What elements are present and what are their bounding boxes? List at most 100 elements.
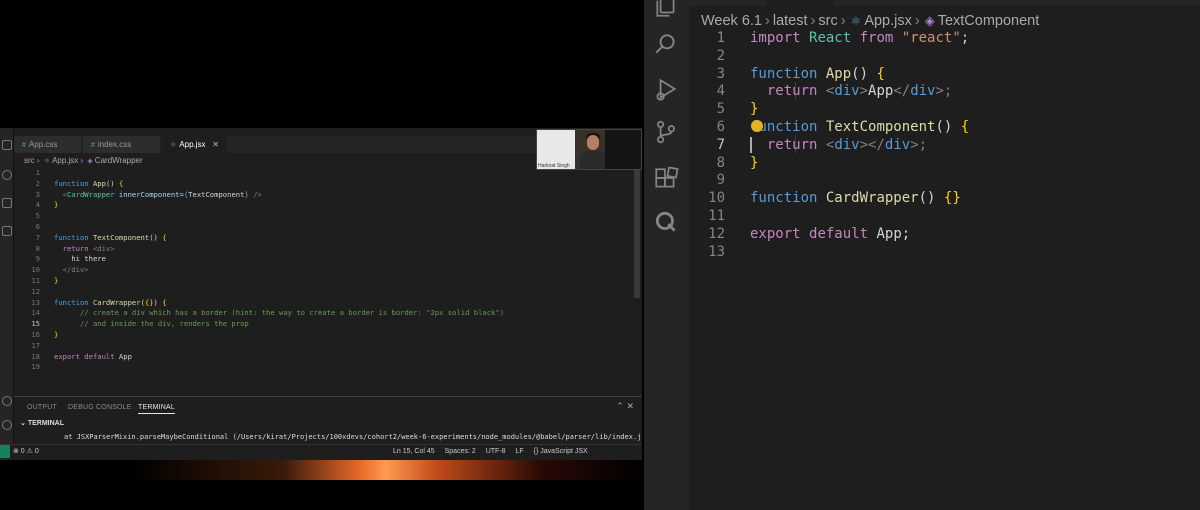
- code-line[interactable]: 9: [689, 172, 750, 190]
- vscode-editor: Week 6.1 › latest › src › ⚛ App.jsx › ◈ TextCompon…: [644, 0, 1200, 510]
- tab-app-jsx[interactable]: ⚛ App.jsx ✕: [162, 136, 226, 153]
- code-line[interactable]: 12: [14, 287, 54, 298]
- files-icon[interactable]: [652, 0, 680, 20]
- code-area[interactable]: 1 import React from "react"; 2 3 function Ap…: [689, 30, 1200, 510]
- code-token: (): [935, 119, 953, 135]
- code-line[interactable]: 2: [689, 48, 750, 66]
- line-number: 6: [716, 119, 725, 135]
- symbol-icon: ◈: [924, 13, 935, 28]
- code-line[interactable]: 13: [689, 244, 750, 262]
- code-token: App: [876, 225, 902, 242]
- lightbulb-icon[interactable]: [751, 120, 763, 132]
- breadcrumb-item[interactable]: Week 6.1: [701, 13, 762, 29]
- tab-terminal[interactable]: TERMINAL: [138, 404, 175, 414]
- code-token: }: [54, 276, 59, 285]
- code-line[interactable]: 5}: [689, 101, 759, 119]
- video-glow: [130, 460, 642, 480]
- code-token: return: [766, 136, 818, 153]
- breadcrumb-item[interactable]: TextComponent: [938, 13, 1040, 29]
- code-line[interactable]: 5: [14, 211, 54, 222]
- code-line[interactable]: 16}: [14, 330, 58, 341]
- code-line[interactable]: 18 export default App: [14, 352, 132, 363]
- code-line[interactable]: 2 function App() {: [14, 179, 124, 190]
- code-line[interactable]: 10 </div>: [14, 265, 88, 276]
- code-token: (): [918, 190, 936, 207]
- tab-index-css[interactable]: # index.css: [83, 136, 161, 153]
- code-line[interactable]: 9 hi there: [14, 254, 106, 265]
- breadcrumb-item[interactable]: App.jsx: [864, 13, 912, 29]
- run-debug-icon[interactable]: [652, 76, 680, 104]
- code-token: // create a div which has a border (hint…: [79, 308, 505, 318]
- webcam-name-label: Harkirat Singh: [538, 163, 570, 169]
- tab-output[interactable]: OUTPUT: [27, 404, 57, 411]
- presenter-face: [587, 135, 599, 150]
- code-line[interactable]: 10 function CardWrapper() {}: [689, 190, 961, 208]
- shared-breadcrumb: src › ⚛ App.jsx › ◈ CardWrapper: [24, 156, 143, 165]
- code-token: >;: [910, 136, 928, 153]
- line-number: 12: [31, 286, 40, 296]
- code-line[interactable]: 7 function TextComponent() {: [14, 233, 167, 244]
- problems-count[interactable]: ⊗ 0 ⚠ 0: [13, 445, 39, 458]
- line-number: 13: [31, 297, 40, 307]
- code-line[interactable]: 6: [14, 222, 54, 233]
- code-line[interactable]: 7 return <div></div>;: [689, 136, 928, 155]
- code-token: ;: [960, 30, 970, 46]
- code-line[interactable]: 17: [14, 341, 54, 352]
- code-line[interactable]: 13 function CardWrapper({}) {: [14, 297, 166, 309]
- chevron-right-icon: ›: [765, 13, 770, 29]
- code-token: }: [54, 330, 59, 339]
- panel-controls[interactable]: ⌃ ✕: [616, 401, 634, 412]
- line-number: 2: [716, 47, 725, 64]
- code-line[interactable]: 3 <CardWrapper innerComponent={TextCompo…: [14, 190, 262, 201]
- breadcrumb-item[interactable]: src: [818, 13, 837, 29]
- code-line[interactable]: 1: [14, 168, 54, 179]
- search-icon[interactable]: [652, 30, 680, 58]
- code-line[interactable]: 4}: [14, 200, 59, 211]
- code-line[interactable]: 1 import React from "react";: [689, 30, 970, 48]
- code-token: default: [84, 351, 115, 361]
- code-line[interactable]: 3 function App() {: [689, 66, 885, 84]
- code-line[interactable]: 8 return <div>: [14, 244, 115, 255]
- extensions-icon[interactable]: [652, 165, 680, 193]
- code-token: >: [859, 83, 869, 100]
- terminal-output: at JSXParserMixin.parseMaybeConditional …: [64, 433, 642, 441]
- hash-icon: #: [22, 142, 26, 149]
- code-token: TextComponent: [825, 119, 936, 135]
- code-line[interactable]: 12 export default App;: [689, 226, 910, 244]
- code-line[interactable]: 15 // and inside the div, renders the pr…: [14, 319, 249, 330]
- tab-debug-console[interactable]: DEBUG CONSOLE: [68, 404, 132, 411]
- tab-app-css[interactable]: # App.css: [14, 136, 82, 153]
- code-line[interactable]: 14 // create a div which has a border (h…: [14, 308, 504, 319]
- line-number: 6: [35, 222, 40, 231]
- code-token: }: [750, 101, 759, 118]
- code-line[interactable]: 11}: [14, 276, 58, 287]
- line-number: 7: [35, 232, 40, 242]
- code-token: </: [893, 83, 911, 100]
- remote-indicator[interactable]: [0, 445, 10, 458]
- shared-code-area: 1 2 function App() {3 <CardWrapper innerCo…: [14, 168, 634, 408]
- code-token: // and inside the div, renders the prop: [79, 319, 249, 329]
- code-line[interactable]: 8}: [689, 155, 759, 173]
- code-line[interactable]: 19: [14, 362, 54, 373]
- line-number: 18: [31, 351, 40, 361]
- source-control-icon[interactable]: [652, 118, 680, 146]
- remote-icon[interactable]: [652, 208, 680, 236]
- code-token: App: [825, 65, 852, 82]
- chevron-right-icon: ›: [810, 13, 816, 29]
- line-number: 1: [35, 168, 40, 177]
- chevron-right-icon: ›: [840, 13, 846, 29]
- code-line[interactable]: 6 function TextComponent() {: [689, 119, 970, 137]
- tab-app-jsx[interactable]: [767, 0, 833, 6]
- line-number: 3: [716, 65, 725, 82]
- line-number: 17: [31, 340, 40, 350]
- breadcrumb-item[interactable]: latest: [773, 13, 808, 29]
- line-number: 4: [716, 83, 725, 100]
- react-icon: ⚛: [43, 158, 51, 165]
- code-line[interactable]: 11: [689, 208, 750, 226]
- close-icon[interactable]: ✕: [212, 136, 219, 153]
- line-number: 12: [708, 225, 725, 242]
- code-token: {: [162, 232, 167, 242]
- code-line[interactable]: 4 return <div>App</div>;: [689, 83, 953, 101]
